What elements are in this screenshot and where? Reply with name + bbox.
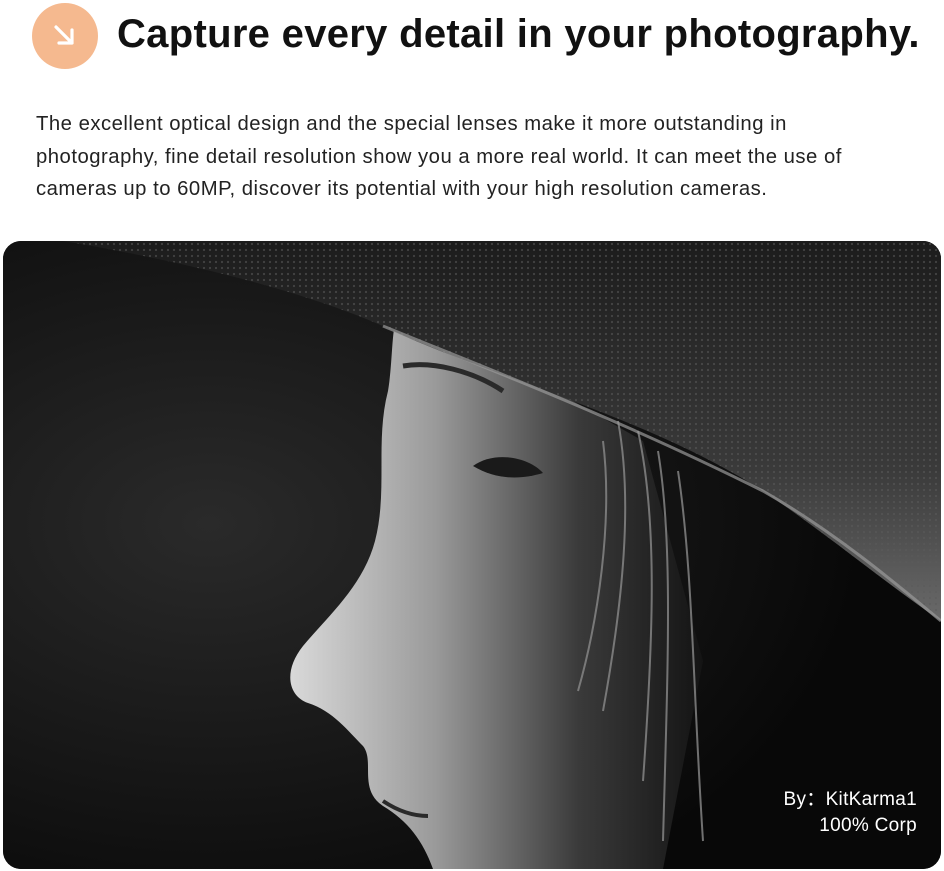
credit-author: By：KitKarma1: [783, 789, 917, 810]
portrait-image: [3, 241, 941, 869]
page-title: Capture every detail in your photography…: [117, 12, 920, 56]
credit-crop: 100% Corp: [819, 815, 917, 836]
photo-credit: By：KitKarma1 100% Corp: [784, 787, 917, 839]
arrow-badge: [32, 3, 98, 69]
description-text: The excellent optical design and the spe…: [36, 113, 842, 200]
arrow-down-right-icon: [54, 25, 74, 45]
portrait-photo: By：KitKarma1 100% Corp: [3, 241, 941, 869]
